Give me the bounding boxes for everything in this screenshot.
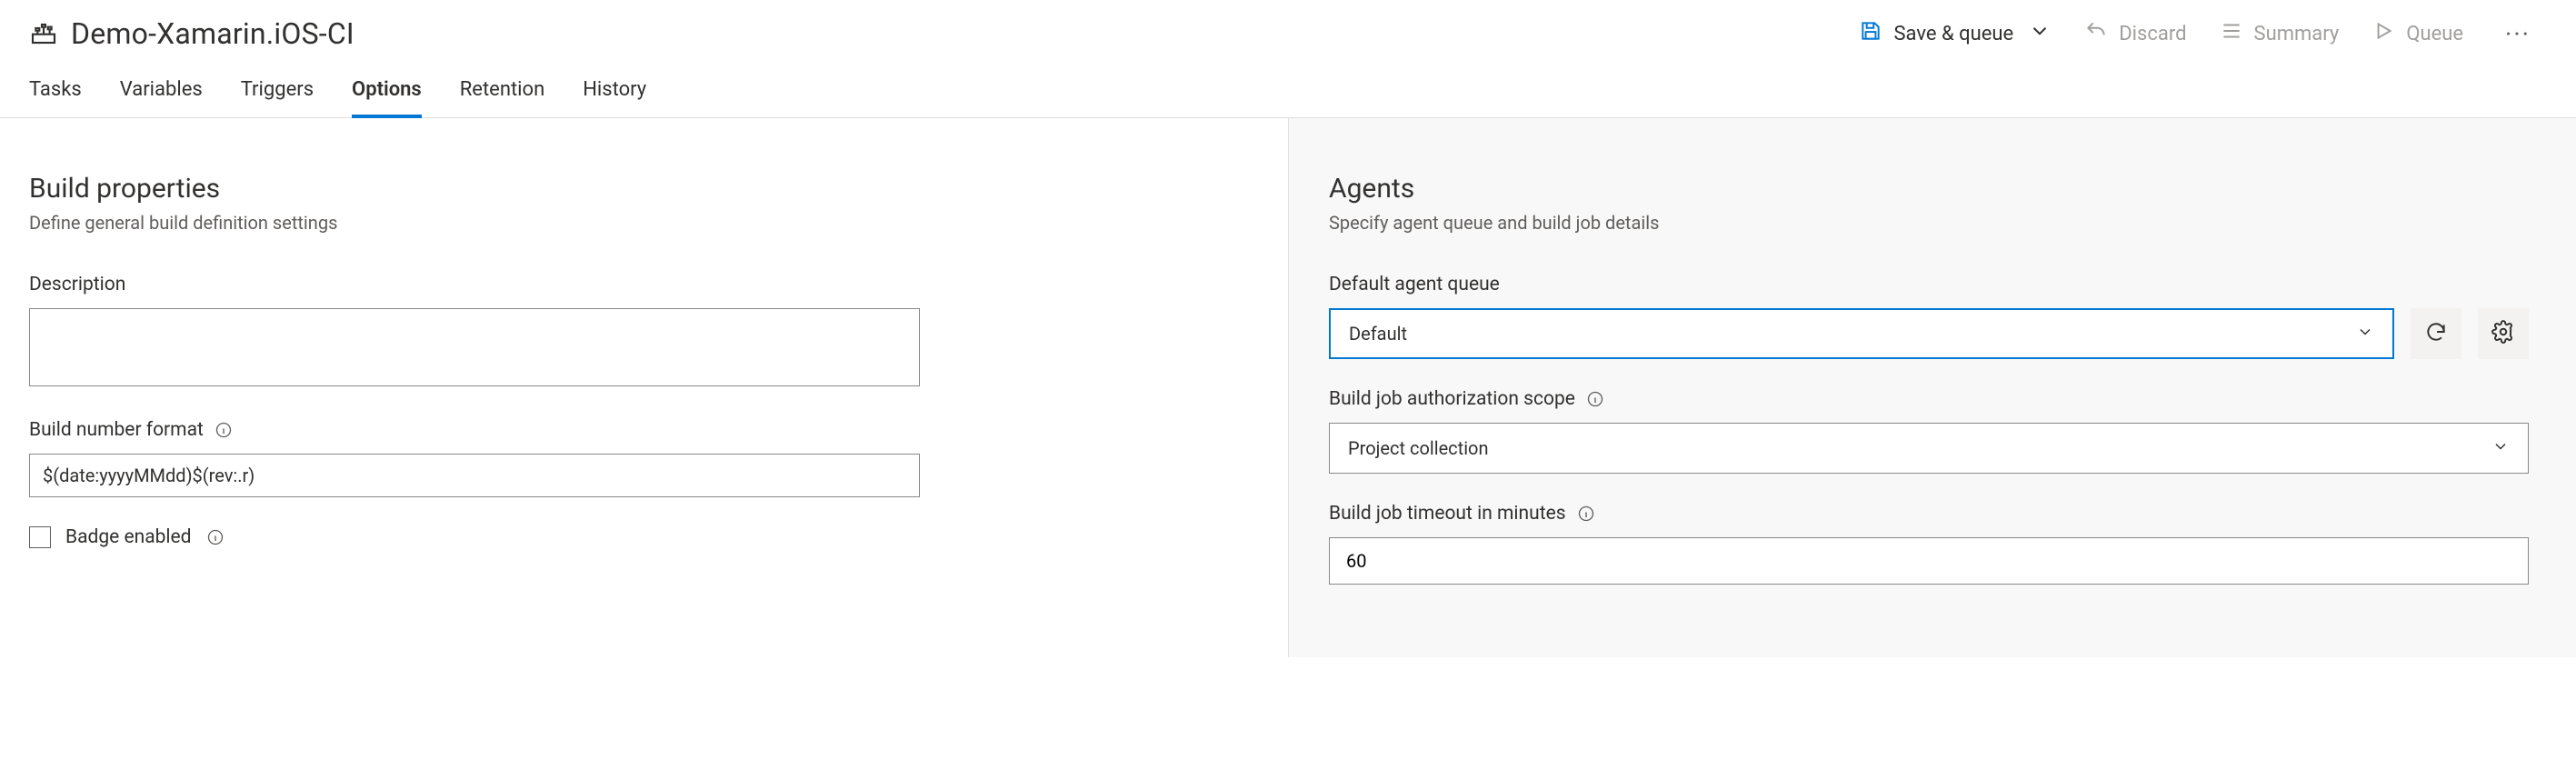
queue-button[interactable]: Queue <box>2371 19 2463 48</box>
more-actions-button[interactable]: ··· <box>2496 19 2540 49</box>
agents-pane: Agents Specify agent queue and build job… <box>1288 118 2576 657</box>
tab-triggers[interactable]: Triggers <box>241 78 314 117</box>
save-icon <box>1859 19 1882 48</box>
refresh-queue-button[interactable] <box>2411 308 2461 359</box>
info-icon[interactable] <box>1577 505 1595 523</box>
tab-options[interactable]: Options <box>352 78 422 117</box>
auth-scope-select[interactable]: Project collection <box>1329 423 2529 474</box>
agents-title: Agents <box>1329 173 2529 205</box>
save-and-queue-label: Save & queue <box>1893 23 2013 45</box>
list-icon <box>2220 19 2243 48</box>
tab-bar: Tasks Variables Triggers Options Retenti… <box>0 78 2576 118</box>
summary-button[interactable]: Summary <box>2220 19 2340 48</box>
auth-scope-value: Project collection <box>1348 437 1489 459</box>
discard-button[interactable]: Discard <box>2084 19 2186 48</box>
timeout-label: Build job timeout in minutes <box>1329 503 1566 525</box>
refresh-icon <box>2424 320 2448 347</box>
pipeline-icon <box>29 17 58 50</box>
badge-enabled-checkbox[interactable] <box>29 526 51 548</box>
auth-scope-label: Build job authorization scope <box>1329 388 1575 410</box>
build-properties-pane: Build properties Define general build de… <box>0 118 1288 657</box>
summary-label: Summary <box>2254 23 2340 45</box>
queue-label: Queue <box>2406 23 2463 45</box>
description-label: Description <box>29 274 1248 295</box>
header-bar: Demo-Xamarin.iOS-CI Save & queue Discard <box>0 0 2576 78</box>
tab-variables[interactable]: Variables <box>120 78 203 117</box>
description-input[interactable] <box>29 308 920 386</box>
page-title: Demo-Xamarin.iOS-CI <box>71 16 354 51</box>
chevron-down-icon <box>2491 437 2510 460</box>
build-properties-subtitle: Define general build definition settings <box>29 212 1248 234</box>
chevron-down-icon <box>2028 19 2052 48</box>
build-number-format-input[interactable] <box>29 454 920 497</box>
tab-retention[interactable]: Retention <box>460 78 544 117</box>
default-agent-queue-value: Default <box>1349 323 1407 345</box>
save-and-queue-button[interactable]: Save & queue <box>1859 19 2052 48</box>
info-icon[interactable] <box>215 421 233 439</box>
build-properties-title: Build properties <box>29 173 1248 205</box>
default-agent-queue-label: Default agent queue <box>1329 274 2529 295</box>
play-icon <box>2371 19 2395 48</box>
gear-icon <box>2491 320 2515 347</box>
discard-label: Discard <box>2119 23 2186 45</box>
default-agent-queue-select[interactable]: Default <box>1329 308 2394 359</box>
tab-tasks[interactable]: Tasks <box>29 78 82 117</box>
info-icon[interactable] <box>1586 390 1604 408</box>
badge-enabled-label: Badge enabled <box>65 526 192 548</box>
manage-queue-button[interactable] <box>2478 308 2529 359</box>
agents-subtitle: Specify agent queue and build job detail… <box>1329 212 2529 234</box>
timeout-input[interactable] <box>1329 537 2529 585</box>
build-number-format-label: Build number format <box>29 419 204 441</box>
info-icon[interactable] <box>206 528 225 546</box>
chevron-down-icon <box>2356 323 2374 345</box>
tab-history[interactable]: History <box>583 78 646 117</box>
undo-icon <box>2084 19 2108 48</box>
